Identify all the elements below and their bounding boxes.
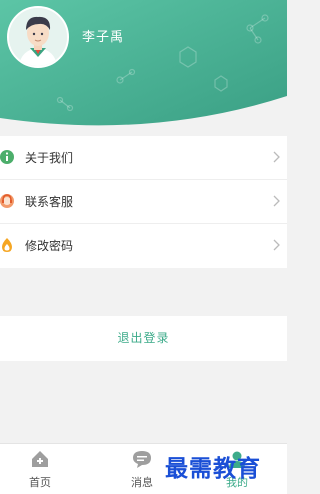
chevron-right-icon (273, 151, 280, 163)
menu-item-label: 联系客服 (25, 195, 74, 209)
profile-header: 李子禹 (0, 0, 287, 135)
tab-home[interactable]: 首页 (10, 444, 70, 494)
chevron-right-icon (273, 239, 280, 251)
chevron-right-icon (273, 195, 280, 207)
tab-label: 消息 (131, 476, 153, 489)
menu-item-label: 修改密码 (25, 239, 74, 253)
info-icon (0, 150, 14, 164)
settings-menu: 关于我们 联系客服 修改密码 (0, 136, 287, 268)
customer-service-icon (0, 194, 14, 208)
username: 李子禹 (82, 30, 125, 45)
tab-messages[interactable]: 消息 (112, 444, 172, 494)
tab-label: 首页 (29, 476, 51, 489)
menu-item-label: 关于我们 (25, 151, 74, 165)
watermark: 最需教育 (165, 455, 261, 482)
menu-item-customer-service[interactable]: 联系客服 (0, 180, 287, 224)
home-icon (32, 451, 48, 467)
password-flame-icon (2, 238, 12, 252)
avatar[interactable] (7, 6, 69, 68)
logout-button[interactable]: 退出登录 (0, 316, 287, 361)
message-icon (133, 451, 151, 468)
boy-avatar-icon (9, 8, 67, 66)
menu-item-about-us[interactable]: 关于我们 (0, 136, 287, 180)
menu-item-change-password[interactable]: 修改密码 (0, 224, 287, 268)
